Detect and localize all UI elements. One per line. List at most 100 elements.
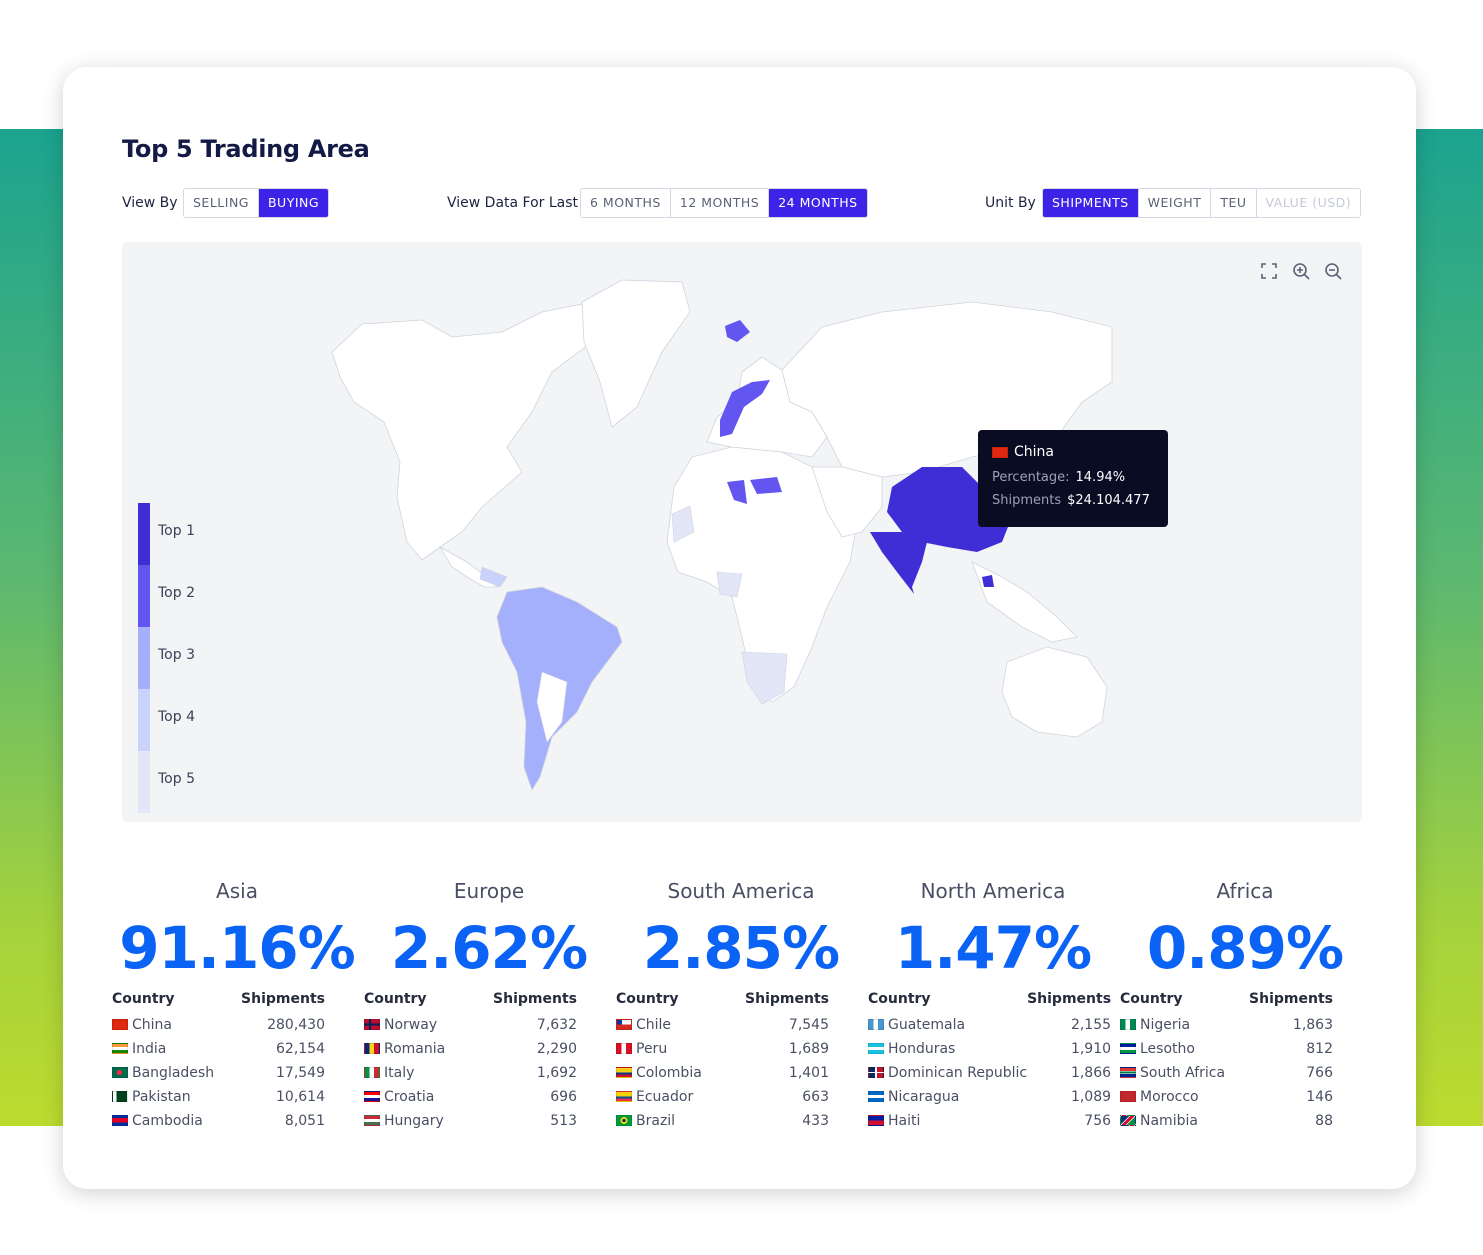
shipments-value: 513: [550, 1113, 577, 1129]
zoom-in-icon[interactable]: [1290, 260, 1312, 282]
namibia-flag-icon: [1120, 1115, 1136, 1126]
unit-by-option-weight[interactable]: WEIGHT: [1139, 189, 1212, 217]
country-cell: Namibia: [1120, 1109, 1238, 1133]
country-cell: Italy: [364, 1061, 469, 1085]
hungary-flag-icon: [364, 1115, 380, 1126]
table-row: South Africa 766: [1120, 1061, 1333, 1085]
table-row: Peru 1,689: [616, 1037, 829, 1061]
table-row: Romania 2,290: [364, 1037, 577, 1061]
norway-flag-icon: [364, 1019, 380, 1030]
region-country-table: Country Shipments Norway 7,632 Romania 2,290 I…: [364, 989, 577, 1133]
table-row: Namibia 88: [1120, 1109, 1333, 1133]
country-cell: India: [112, 1037, 229, 1061]
shipments-value: 10,614: [276, 1089, 325, 1105]
shipments-column-header: Shipments: [1027, 991, 1112, 1007]
legend-swatch-top-5: [138, 751, 150, 813]
shipments-value: 1,863: [1292, 1017, 1333, 1033]
card-title: Top 5 Trading Area: [122, 135, 370, 163]
table-row: Chile 7,545: [616, 1013, 829, 1037]
tooltip-percentage-value: 14.94%: [1075, 470, 1126, 485]
shipments-column-header: Shipments: [493, 991, 577, 1007]
table-row: India 62,154: [112, 1037, 325, 1061]
period-option-6-months[interactable]: 6 MONTHS: [581, 189, 671, 217]
view-by-option-buying[interactable]: BUYING: [258, 189, 329, 217]
region-name: Asia: [216, 879, 258, 903]
cambodia-shape: [982, 575, 994, 587]
country-cell: Romania: [364, 1037, 469, 1061]
country-name: Brazil: [636, 1113, 676, 1129]
shipments-value: 7,545: [788, 1017, 829, 1033]
country-name: Colombia: [636, 1065, 702, 1081]
period-option-12-months[interactable]: 12 MONTHS: [671, 189, 770, 217]
croatia-flag-icon: [364, 1091, 380, 1102]
italy-flag-icon: [364, 1067, 380, 1078]
region-country-table: Country Shipments China 280,430 India 62,154 B…: [112, 989, 325, 1133]
country-name: Lesotho: [1140, 1041, 1195, 1057]
table-row: Nicaragua 1,089: [868, 1085, 1111, 1109]
view-by-toggle: SELLING BUYING: [183, 188, 330, 218]
legend-swatch-top-2: [138, 565, 150, 627]
world-map-panel[interactable]: Top 1 Top 2 Top 3 Top 4 Top 5 China Percenta…: [122, 242, 1362, 822]
shipments-value: 663: [802, 1089, 829, 1105]
country-cell: Brazil: [616, 1109, 724, 1133]
greenland-shape: [581, 279, 691, 428]
table-row: China 280,430: [112, 1013, 325, 1037]
country-cell: Croatia: [364, 1085, 469, 1109]
legend-swatch-top-4: [138, 689, 150, 751]
table-row: Haiti 756: [868, 1109, 1111, 1133]
shipments-value: 2,290: [536, 1041, 577, 1057]
country-name: Dominican Republic: [888, 1065, 1028, 1081]
region-name: North America: [920, 879, 1066, 903]
china-flag-icon: [112, 1019, 128, 1030]
table-row: Lesotho 812: [1120, 1037, 1333, 1061]
region-south-america: South America 2.85% Country Shipments Chile 7…: [615, 879, 867, 1133]
table-row: Hungary 513: [364, 1109, 577, 1133]
legend-label-top-4: Top 4: [158, 709, 195, 725]
china-flag-icon: [992, 446, 1008, 458]
period-option-24-months[interactable]: 24 MONTHS: [769, 189, 867, 217]
zoom-out-icon[interactable]: [1322, 260, 1344, 282]
period-label: View Data For Last: [447, 195, 579, 211]
southeast-asia-shape: [971, 561, 1078, 643]
country-name: Haiti: [888, 1113, 921, 1129]
tooltip-shipments-label: Shipments: [992, 493, 1062, 508]
country-name: Hungary: [384, 1113, 444, 1129]
morocco-flag-icon: [1120, 1091, 1136, 1102]
country-column-header: Country: [1120, 991, 1183, 1007]
cambodia-flag-icon: [112, 1115, 128, 1126]
unit-by-option-shipments[interactable]: SHIPMENTS: [1043, 189, 1139, 217]
country-name: China: [132, 1017, 172, 1033]
unit-by-option-value-usd[interactable]: VALUE (USD): [1257, 189, 1361, 217]
unit-by-option-teu[interactable]: TEU: [1211, 189, 1257, 217]
world-map[interactable]: [122, 242, 1362, 822]
fullscreen-icon[interactable]: [1258, 260, 1280, 282]
country-cell: Cambodia: [112, 1109, 229, 1133]
legend-swatch-top-1: [138, 503, 150, 565]
table-row: Bangladesh 17,549: [112, 1061, 325, 1085]
view-by-option-selling[interactable]: SELLING: [184, 189, 259, 217]
svalbard-shape: [725, 320, 750, 342]
region-name: South America: [667, 879, 815, 903]
table-row: Honduras 1,910: [868, 1037, 1111, 1061]
unit-by-toggle: SHIPMENTS WEIGHT TEU VALUE (USD): [1042, 188, 1362, 218]
table-row: Croatia 696: [364, 1085, 577, 1109]
country-name: Peru: [636, 1041, 668, 1057]
shipments-value: 756: [1084, 1113, 1112, 1129]
trading-area-card: Top 5 Trading Area View By SELLING BUYING…: [63, 67, 1416, 1189]
country-name: Norway: [384, 1017, 438, 1033]
country-name: Croatia: [384, 1089, 435, 1105]
table-row: Nigeria 1,863: [1120, 1013, 1333, 1037]
country-cell: Lesotho: [1120, 1037, 1238, 1061]
shipments-value: 433: [802, 1113, 829, 1129]
north-america-shape: [331, 303, 593, 561]
country-cell: Pakistan: [112, 1085, 229, 1109]
shipments-value: 766: [1306, 1065, 1333, 1081]
country-name: Bangladesh: [132, 1065, 215, 1081]
legend-label-top-3: Top 3: [158, 647, 195, 663]
shipments-value: 62,154: [276, 1041, 325, 1057]
region-name: Africa: [1216, 879, 1274, 903]
region-north-america: North America 1.47% Country Shipments Guatem…: [867, 879, 1119, 1133]
region-country-table: Country Shipments Chile 7,545 Peru 1,689 Colom…: [616, 989, 829, 1133]
dominican-republic-flag-icon: [868, 1067, 884, 1078]
region-percent: 2.62%: [390, 914, 588, 982]
